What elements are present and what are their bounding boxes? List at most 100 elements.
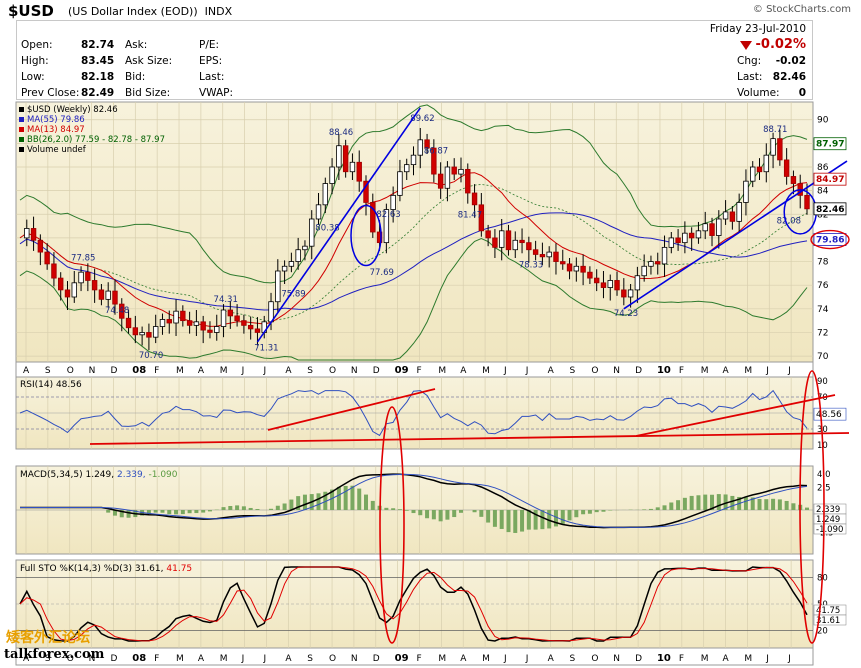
month-label-bottom: J [241,654,245,664]
y-tick-label: 72 [817,328,828,338]
month-label-bottom: D [110,654,117,664]
candle-up [716,218,722,236]
candle-up [404,164,410,173]
month-label: F [154,366,159,376]
candle-down [125,317,132,329]
month-label: J [787,366,791,376]
candle-down [247,324,254,330]
macd-histogram-bar [540,510,545,530]
month-label: M [176,366,184,376]
candle-down [180,310,186,322]
macd-histogram-bar [682,497,687,510]
candle-down [621,289,627,298]
candle-up [159,319,166,327]
macd-histogram-bar [160,510,165,513]
month-label-bottom: F [154,654,159,664]
candle-down [539,254,546,258]
month-label: F [679,366,684,376]
candle-up [336,145,342,168]
y-tick-label: 74 [817,305,829,315]
legend-entry: Volume undef [27,145,87,155]
month-label-bottom: 10 [657,653,671,664]
macd-histogram-bar [506,510,511,533]
price-annotation: 74.31 [214,295,238,305]
month-label: A [723,366,730,376]
candle-up [275,270,281,303]
month-label: S [570,366,576,376]
candle-up [390,194,396,210]
macd-histogram-bar [777,499,782,510]
legend-swatch [19,117,24,122]
macd-legend: MACD(5,34,5) 1.249, 2.339, -1.090 [20,470,178,480]
macd-histogram-bar [350,485,355,510]
candle-down [51,263,57,279]
macd-histogram-bar [662,505,667,510]
candle-down [146,332,152,338]
candle-down [593,277,600,284]
watermark-en: talkforex.com [4,647,105,662]
candle-up [702,223,708,232]
month-label: M [482,366,490,376]
month-label-bottom: F [679,654,684,664]
month-label-bottom: J [525,654,529,664]
legend-entry: MA(13) 84.97 [27,125,85,135]
candle-up [417,139,423,156]
candle-down [37,239,44,253]
month-label-bottom: A [548,654,555,664]
price-annotation: 82.63 [376,210,400,220]
price-annotation: 70.70 [139,351,163,361]
macd-histogram-bar [452,510,457,518]
month-label: M [438,366,446,376]
legend-swatch [19,107,24,112]
month-label: M [744,366,752,376]
macd-histogram-bar [730,495,735,510]
macd-histogram-bar [269,508,274,510]
candle-up [743,180,749,203]
month-label: J [262,366,266,376]
macd-value: -1.090 [816,525,843,535]
candle-down [600,282,607,288]
macd-histogram-bar [241,506,246,510]
month-label-bottom: 08 [132,653,146,664]
month-label-bottom: O [591,654,598,664]
candle-down [566,263,573,272]
candle-down [783,159,790,177]
month-label-bottom: O [329,654,336,664]
macd-histogram-bar [316,493,321,510]
candle-down [98,289,105,300]
candle-up [682,232,688,244]
candle-down [58,277,64,291]
watermark-cn: 矮客外汇论坛 [6,630,90,646]
macd-histogram-bar [553,510,558,527]
candle-up [770,138,776,156]
candle-down [492,237,498,248]
legend-swatch [19,147,24,152]
macd-histogram-bar [581,510,586,515]
legend-entry: BB(26,2.0) 77.59 - 82.78 - 87.97 [27,135,165,145]
month-label: J [503,366,507,376]
macd-histogram-bar [594,510,599,513]
month-label-bottom: J [262,654,266,664]
candle-up [315,204,322,220]
macd-histogram-bar [438,510,443,522]
rsi-tick: 90 [817,377,828,387]
price-annotation: 77.69 [370,268,394,278]
candle-down [560,261,566,265]
macd-histogram-bar [370,500,375,510]
month-label: J [525,366,529,376]
candle-down [85,271,91,281]
macd-histogram-bar [248,507,253,510]
macd-histogram-bar [425,510,430,519]
candle-down [166,319,172,324]
y-tick-label: 90 [817,116,829,126]
month-label-bottom: M [176,654,184,664]
macd-histogram-bar [757,498,762,510]
macd-histogram-bar [153,510,158,513]
macd-histogram-bar [391,508,396,510]
candle-up [152,326,159,338]
macd-histogram-bar [397,509,402,510]
candle-up [641,265,647,277]
candle-up [722,211,729,220]
candle-up [295,249,301,262]
candle-up [458,168,464,175]
